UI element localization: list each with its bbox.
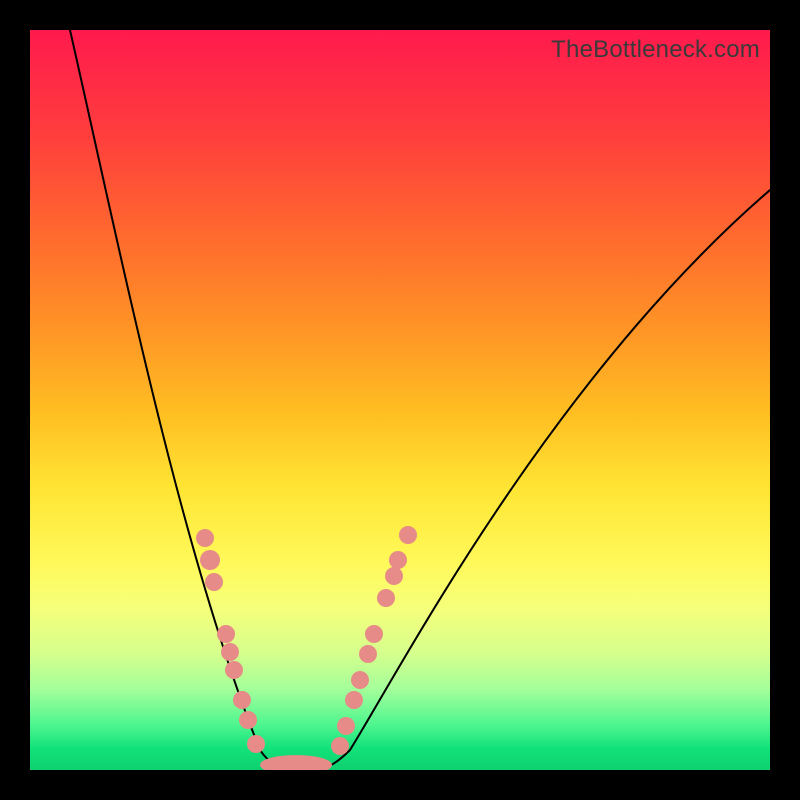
curve-marker-left — [205, 573, 223, 591]
curve-marker-left — [221, 643, 239, 661]
plot-area: TheBottleneck.com — [30, 30, 770, 770]
curve-marker-left — [225, 661, 243, 679]
curve-svg — [30, 30, 770, 770]
curve-marker-right — [359, 645, 377, 663]
curve-marker-right — [345, 691, 363, 709]
curve-marker-right — [331, 737, 349, 755]
curve-marker-left — [233, 691, 251, 709]
curve-marker-left — [247, 735, 265, 753]
bottleneck-curve — [70, 30, 770, 770]
curve-trough-marker — [260, 755, 332, 770]
curve-marker-right — [365, 625, 383, 643]
curve-marker-right — [389, 551, 407, 569]
curve-marker-right — [351, 671, 369, 689]
curve-marker-right — [377, 589, 395, 607]
curve-marker-left — [196, 529, 214, 547]
chart-frame: TheBottleneck.com — [0, 0, 800, 800]
curve-marker-right — [385, 567, 403, 585]
curve-marker-left — [200, 550, 220, 570]
curve-marker-left — [239, 711, 257, 729]
curve-marker-right — [399, 526, 417, 544]
curve-marker-left — [217, 625, 235, 643]
curve-marker-right — [337, 717, 355, 735]
